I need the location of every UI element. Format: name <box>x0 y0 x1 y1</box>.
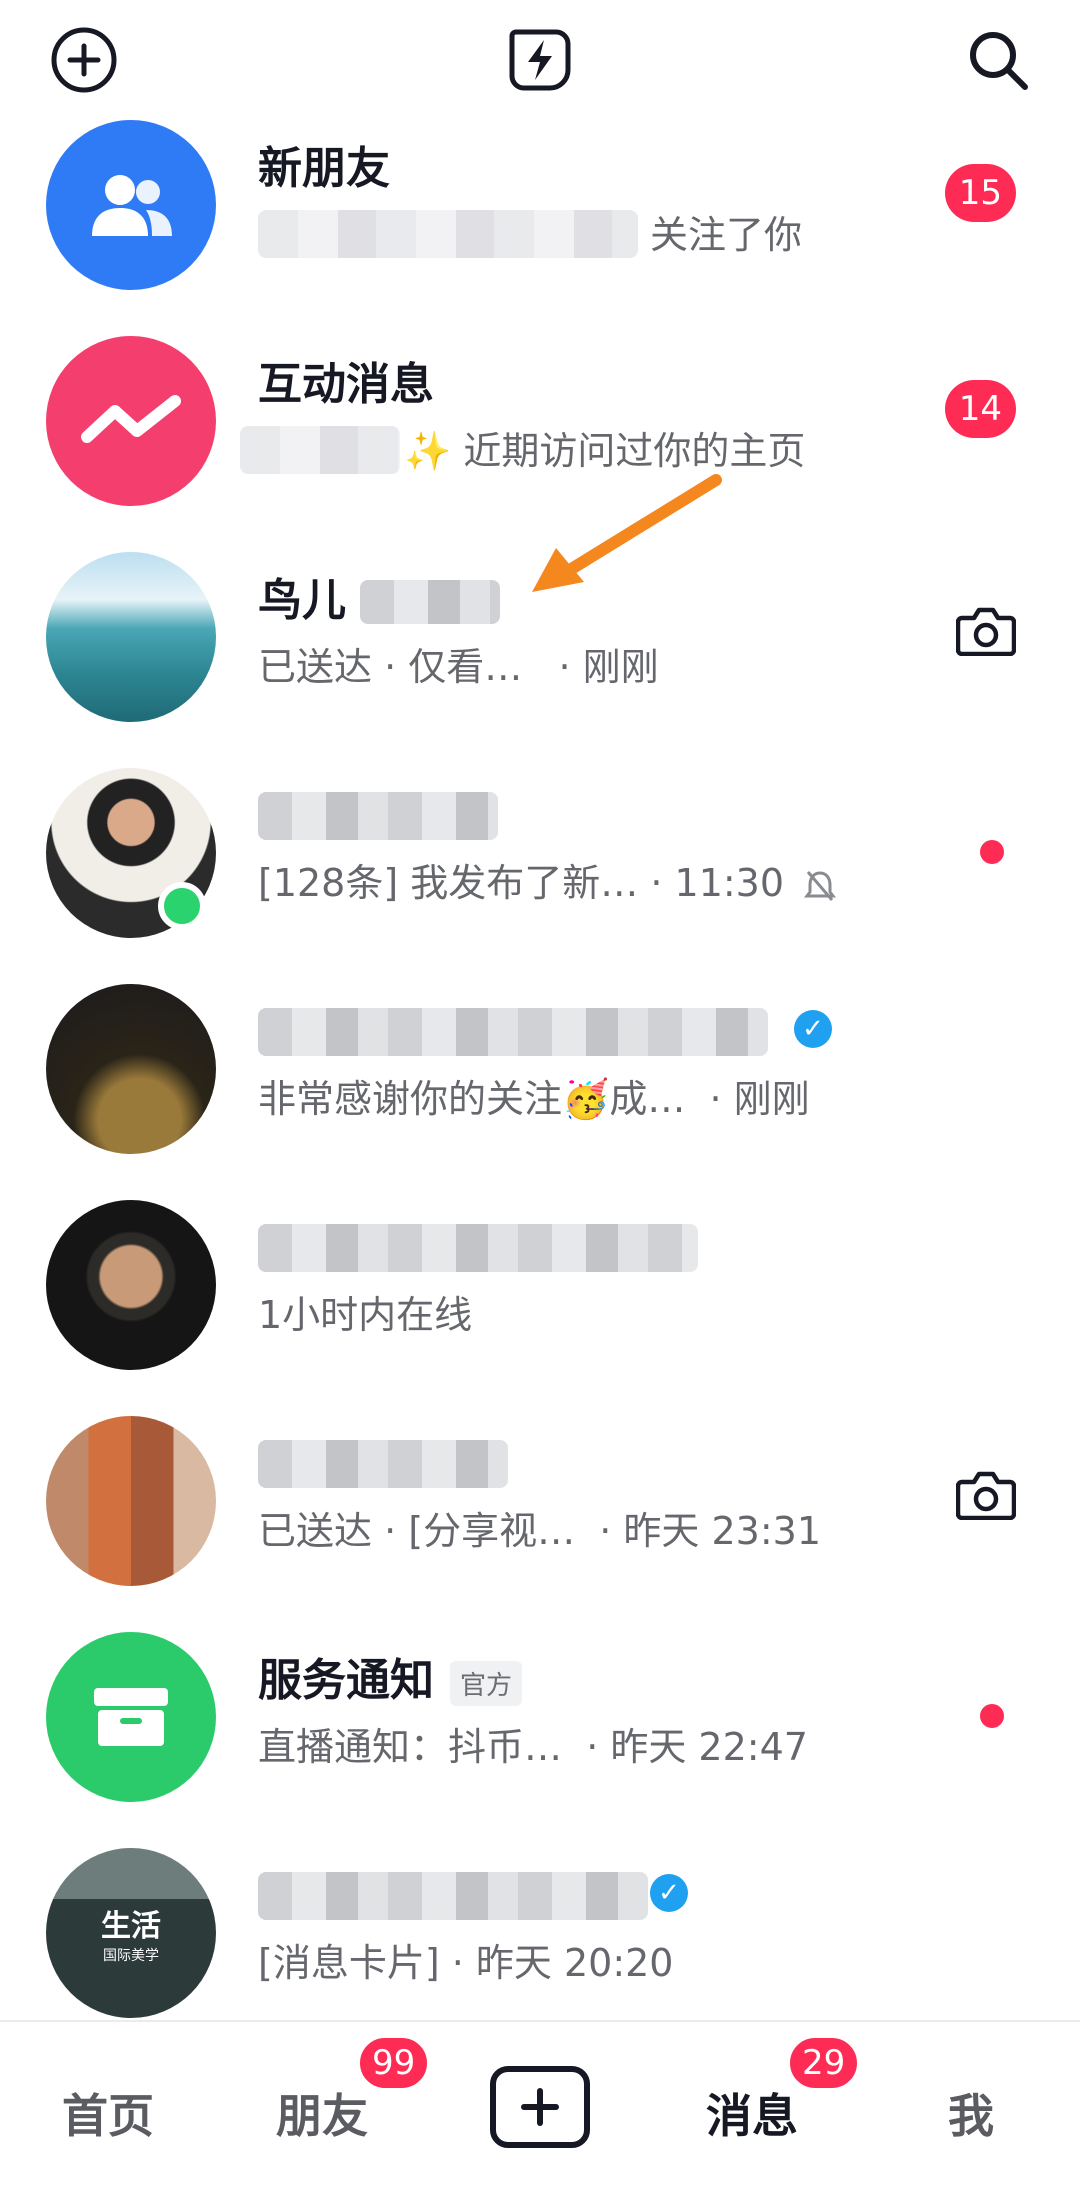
blurred-name <box>258 792 498 840</box>
bottom-nav: 首页 朋友 99 消息 29 我 <box>0 2020 1080 2203</box>
list-item-chat[interactable]: 已送达 · [分享视… · 昨天 23:31 <box>0 1416 1080 1632</box>
avatar <box>46 1416 216 1586</box>
row-subtitle: 直播通知：抖币… · 昨天 22:47 <box>258 1725 808 1769</box>
blurred-name <box>258 1872 648 1920</box>
row-subtitle: 已送达 · [分享视… · 昨天 23:31 <box>258 1509 821 1553</box>
blurred-name <box>360 580 500 624</box>
list-item-service-notice[interactable]: 服务通知 官方 直播通知：抖币… · 昨天 22:47 <box>0 1632 1080 1848</box>
mute-bell-icon <box>804 870 837 901</box>
camera-icon[interactable] <box>955 1468 1017 1524</box>
verified-icon: ✓ <box>794 1010 832 1048</box>
row-subtitle: 1小时内在线 <box>258 1293 473 1337</box>
list-item-chat[interactable]: ✓ 非常感谢你的关注🥳成… · 刚刚 <box>0 984 1080 1200</box>
create-plus-button[interactable] <box>490 2066 590 2148</box>
row-title: 互动消息 <box>258 359 434 410</box>
flash-chat-icon[interactable] <box>500 20 580 100</box>
friends-badge: 99 <box>356 2034 432 2092</box>
row-subtitle: [128条] 我发布了新… · 11:30 <box>258 852 838 907</box>
verified-icon: ✓ <box>650 1874 688 1912</box>
avatar-interactions <box>46 336 216 506</box>
row-title: 鸟儿 <box>258 575 346 626</box>
row-title: 新朋友 <box>258 143 390 194</box>
users-icon <box>92 175 172 236</box>
unread-dot <box>980 1676 1016 1728</box>
nav-home[interactable]: 首页 <box>62 2080 154 2146</box>
list-item-chat[interactable]: 1小时内在线 <box>0 1200 1080 1416</box>
list-item-chat[interactable]: [128条] 我发布了新… · 11:30 <box>0 768 1080 984</box>
blurred-name <box>258 1440 508 1488</box>
annotation-arrow-icon <box>532 474 722 592</box>
row-subtitle: [消息卡片] · 昨天 20:20 <box>258 1941 674 1985</box>
blurred-name <box>258 1224 698 1272</box>
row-subtitle: 已送达 · 仅看… · 刚刚 <box>258 645 659 689</box>
nav-me[interactable]: 我 <box>948 2080 994 2146</box>
blurred-name <box>258 1008 768 1056</box>
online-status-dot <box>158 882 206 930</box>
row-title: 服务通知 官方 <box>258 1644 523 1708</box>
nav-friends[interactable]: 朋友 <box>276 2080 368 2146</box>
unread-badge: 15 <box>944 164 1016 222</box>
avatar-small-text: 国际美学 <box>103 1948 159 1964</box>
avatar-text: 生活 <box>101 1909 161 1944</box>
avatar: 生活 国际美学 <box>46 1848 216 2018</box>
avatar <box>46 552 216 722</box>
unread-badge: 14 <box>944 380 1016 438</box>
nav-messages[interactable]: 消息 <box>706 2080 798 2146</box>
avatar <box>46 1200 216 1370</box>
unread-dot <box>980 812 1016 864</box>
blurred-name <box>258 210 638 258</box>
messages-badge: 29 <box>786 2034 862 2092</box>
blurred-name <box>240 426 400 474</box>
row-subtitle: 关注了你 <box>650 213 803 257</box>
avatar <box>46 984 216 1154</box>
top-bar <box>0 0 1080 120</box>
avatar-service <box>46 1632 216 1802</box>
zigzag-icon <box>81 395 181 443</box>
row-subtitle: ✨ 近期访问过你的主页 <box>404 429 806 473</box>
search-icon[interactable] <box>958 20 1038 100</box>
inbox-box-icon <box>94 1688 168 1746</box>
avatar-new-friends <box>46 120 216 290</box>
list-item-new-friends[interactable]: 新朋友 关注了你 15 <box>0 120 1080 336</box>
official-tag: 官方 <box>450 1660 523 1706</box>
plus-icon <box>521 2088 559 2126</box>
camera-icon[interactable] <box>955 604 1017 660</box>
plus-circle-icon[interactable] <box>44 20 124 100</box>
row-subtitle: 非常感谢你的关注🥳成… · 刚刚 <box>258 1077 810 1121</box>
